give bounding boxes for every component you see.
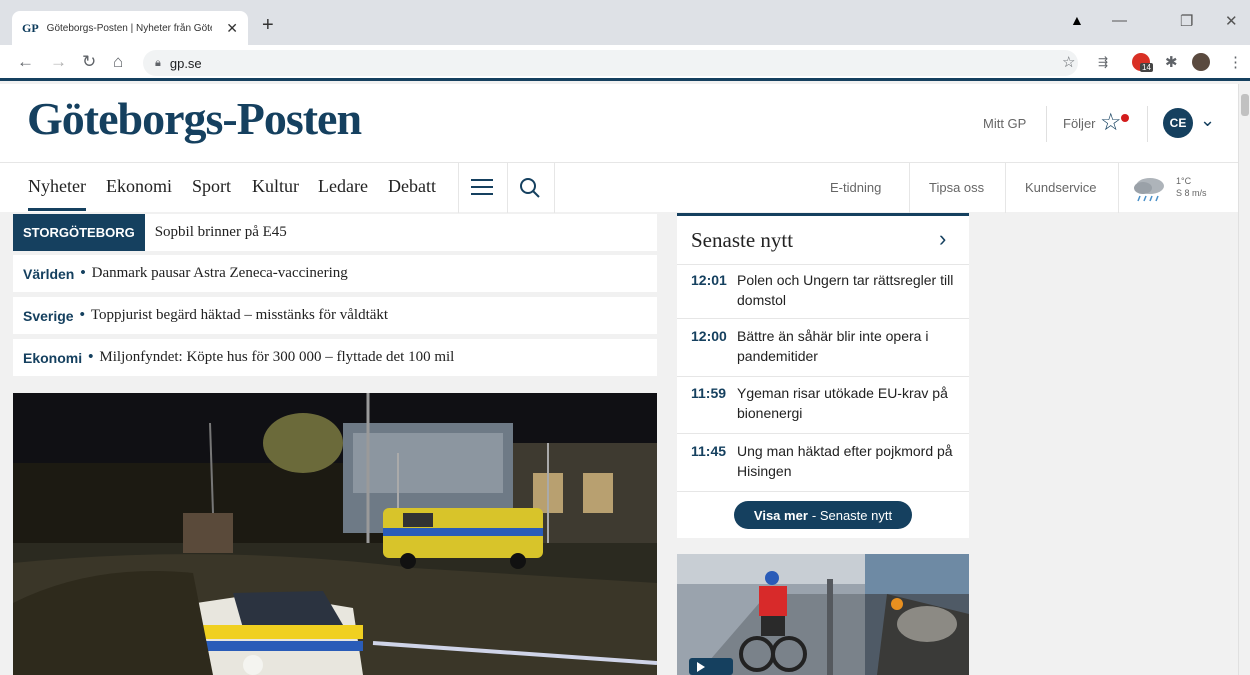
minimize-icon[interactable]: — — [1112, 12, 1127, 29]
bullet: • — [79, 307, 85, 323]
category-label: Världen — [23, 265, 75, 282]
nav-kultur[interactable]: Kultur — [252, 176, 299, 197]
restore-icon[interactable]: ❐ — [1180, 12, 1193, 30]
news-headline: Ung man häktad efter pojkmord på Hisinge… — [737, 443, 953, 479]
breaking-row[interactable]: Ekonomi • Miljonfyndet: Köpte hus för 30… — [13, 339, 657, 376]
browser-toolbar: ← → ↻ ⌂ 🔒︎ gp.se ☆ ⇶ 14 ✱ ⋮ — [0, 45, 1250, 81]
puzzle-icon[interactable]: ✱ — [1165, 53, 1178, 71]
visa-mer-button[interactable]: Visa mer - Senaste nytt — [734, 501, 912, 529]
news-headline: Bättre än såhär blir inte opera i pandem… — [737, 328, 929, 364]
news-headline: Ygeman risar utökade EU-krav på bionener… — [737, 385, 948, 421]
weather-temp: 1°C — [1176, 176, 1192, 186]
news-time: 11:59 — [691, 385, 727, 401]
main-nav: Nyheter Ekonomi Sport Kultur Ledare Deba… — [0, 162, 1238, 213]
divider — [677, 491, 969, 492]
divider — [677, 376, 969, 377]
headline: Miljonfyndet: Köpte hus för 300 000 – fl… — [99, 349, 455, 365]
scrollbar-thumb[interactable] — [1241, 94, 1249, 116]
category-label: Ekonomi — [23, 349, 83, 366]
nav-debatt[interactable]: Debatt — [388, 176, 436, 197]
breaking-row[interactable]: Världen • Danmark pausar Astra Zeneca-va… — [13, 255, 657, 292]
reload-icon[interactable]: ↻ — [82, 52, 96, 72]
visa-mer-rest: - Senaste nytt — [811, 507, 893, 523]
divider — [677, 433, 969, 434]
bookmark-star-icon[interactable]: ☆ — [1062, 53, 1075, 71]
back-icon[interactable]: ← — [17, 52, 34, 72]
news-item[interactable]: 11:45 Ung man häktad efter pojkmord på H… — [691, 441, 961, 481]
extension-icon[interactable]: ⇶ — [1098, 55, 1108, 69]
search-icon[interactable] — [519, 177, 541, 199]
user-avatar[interactable]: CE — [1163, 108, 1193, 138]
chevron-down-icon[interactable]: ⌄ — [1200, 110, 1215, 131]
divider — [554, 163, 555, 213]
page-content: Göteborgs-Posten Mitt GP Följer ☆ CE ⌄ N… — [0, 84, 1238, 675]
nav-tipsa-oss[interactable]: Tipsa oss — [929, 180, 984, 195]
weather-readout: 1°C S 8 m/s — [1176, 175, 1207, 199]
extension-badge: 14 — [1140, 63, 1153, 72]
nav-ledare[interactable]: Ledare — [318, 176, 368, 197]
divider — [1118, 163, 1119, 213]
nav-e-tidning[interactable]: E-tidning — [830, 180, 881, 195]
divider — [1147, 106, 1148, 142]
divider — [677, 318, 969, 319]
news-item[interactable]: 12:00 Bättre än såhär blir inte opera i … — [691, 326, 961, 366]
breaking-row[interactable]: Sverige • Toppjurist begärd häktad – mis… — [13, 297, 657, 334]
nav-kundservice[interactable]: Kundservice — [1025, 180, 1097, 195]
weather-wind: S 8 m/s — [1176, 188, 1207, 198]
senaste-title[interactable]: Senaste nytt — [691, 228, 793, 253]
headline: Sopbil brinner på E45 — [154, 224, 287, 240]
divider — [1005, 163, 1006, 213]
browser-tab-bar: GP Göteborgs-Posten | Nyheter från Göteb… — [0, 0, 1250, 45]
masthead: Göteborgs-Posten Mitt GP Följer ☆ CE ⌄ — [0, 84, 1238, 162]
news-time: 12:01 — [691, 272, 727, 288]
divider — [677, 264, 969, 265]
section-tag: STORGÖTEBORG — [13, 214, 145, 251]
bullet: • — [80, 265, 86, 281]
news-time: 12:00 — [691, 328, 727, 344]
tab-close-icon[interactable]: ✕ — [226, 20, 238, 37]
headline: Toppjurist begärd häktad – misstänks för… — [90, 307, 389, 323]
follow-star-icon[interactable]: ☆ — [1100, 108, 1122, 137]
article-thumbnail-image[interactable] — [677, 554, 969, 675]
notification-dot — [1121, 114, 1129, 122]
divider — [909, 163, 910, 213]
headline: Danmark pausar Astra Zeneca-vaccinering — [91, 265, 348, 281]
home-icon[interactable]: ⌂ — [113, 52, 123, 72]
news-headline: Polen och Ungern tar rättsregler till do… — [737, 272, 954, 308]
gp-favicon-icon: GP — [22, 20, 39, 35]
visa-mer-bold: Visa mer — [753, 507, 808, 523]
address-bar[interactable]: 🔒︎ gp.se — [143, 50, 1078, 76]
browser-menu-icon[interactable]: ⋮ — [1228, 53, 1243, 71]
mitt-gp-link[interactable]: Mitt GP — [983, 116, 1026, 131]
hero-news-image[interactable] — [13, 393, 657, 675]
browser-tab[interactable]: GP Göteborgs-Posten | Nyheter från Göteb… — [12, 11, 248, 45]
divider — [507, 163, 508, 213]
tab-title: Göteborgs-Posten | Nyheter från Göteb... — [46, 22, 212, 34]
news-item[interactable]: 11:59 Ygeman risar utökade EU-krav på bi… — [691, 383, 961, 423]
bullet: • — [88, 349, 94, 365]
forward-icon[interactable]: → — [50, 52, 67, 72]
divider — [1046, 106, 1047, 142]
close-window-icon[interactable]: ✕ — [1225, 12, 1238, 30]
divider — [458, 163, 459, 213]
category-label: Sverige — [23, 307, 74, 324]
site-logo[interactable]: Göteborgs-Posten — [27, 92, 362, 145]
nav-ekonomi[interactable]: Ekonomi — [106, 176, 172, 197]
page-scrollbar[interactable] — [1238, 84, 1250, 675]
hamburger-menu-icon[interactable] — [471, 179, 493, 197]
senaste-nytt-panel: Senaste nytt › 12:01 Polen och Ungern ta… — [677, 213, 969, 538]
rain-cloud-icon[interactable] — [1130, 174, 1170, 202]
mouse-cursor-icon: ▲ — [1070, 12, 1084, 28]
breaking-row[interactable]: STORGÖTEBORG Sopbil brinner på E45 — [13, 214, 657, 251]
news-item[interactable]: 12:01 Polen och Ungern tar rättsregler t… — [691, 270, 961, 310]
lock-icon: 🔒︎ — [155, 56, 161, 69]
chevron-right-icon[interactable]: › — [939, 226, 946, 252]
news-time: 11:45 — [691, 443, 727, 459]
nav-sport[interactable]: Sport — [192, 176, 231, 197]
url-text: gp.se — [169, 55, 202, 71]
foljer-link[interactable]: Följer — [1063, 116, 1096, 131]
profile-icon[interactable] — [1192, 53, 1210, 71]
new-tab-button[interactable]: + — [262, 14, 274, 37]
nav-nyheter[interactable]: Nyheter — [28, 176, 86, 211]
